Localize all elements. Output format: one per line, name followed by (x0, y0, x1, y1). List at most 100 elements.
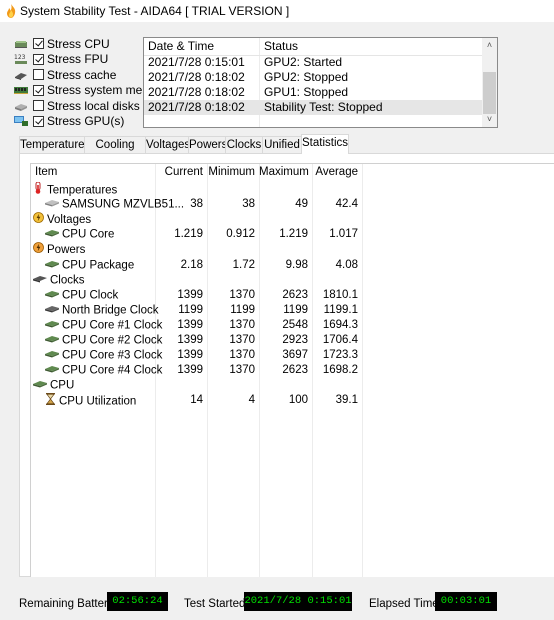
current-value: 1199 (178, 303, 203, 316)
table-row[interactable]: SAMSUNG MZVLB51... 38 38 49 42.4 (31, 197, 554, 212)
scroll-up-icon[interactable]: ˄ (485, 41, 494, 50)
tab-temperatures[interactable]: Temperatures (19, 136, 90, 153)
table-row[interactable]: CPU Core 1.219 0.912 1.219 1.017 (31, 227, 554, 242)
maximum-value: 49 (295, 198, 308, 211)
minimum-value: 1370 (229, 349, 255, 362)
cpu-chip-icon (45, 363, 59, 378)
item-label: Powers (47, 244, 86, 257)
stress-gpu-checkbox[interactable] (33, 115, 44, 127)
log-header-datetime[interactable]: Date & Time (148, 39, 214, 54)
table-group-row[interactable]: CPU (31, 378, 554, 393)
cpu-chip-icon (15, 40, 27, 48)
average-value: 1.017 (329, 228, 358, 241)
column-header-maximum[interactable]: Maximum (259, 164, 309, 181)
elapsed-time-value: 00:03:01 (435, 592, 497, 611)
item-cell: CPU Utilization (45, 393, 136, 410)
table-row[interactable]: CPU Core #3 Clock 1399 1370 3697 1723.3 (31, 348, 554, 363)
current-value: 1399 (177, 288, 203, 301)
tab-powers[interactable]: Powers (188, 136, 227, 153)
table-row[interactable]: CPU Core #2 Clock 1399 1370 2923 1706.4 (31, 333, 554, 348)
memory-module-icon (14, 87, 28, 95)
clock-chip-icon (33, 273, 47, 288)
log-scrollbar[interactable]: ˄ ˅ (482, 38, 497, 127)
tab-voltages[interactable]: Voltages (145, 136, 190, 153)
log-status: GPU2: Started (264, 55, 343, 69)
gpu-card-icon (14, 116, 28, 127)
scrollbar-thumb[interactable] (483, 72, 496, 114)
column-header-average[interactable]: Average (312, 164, 358, 181)
table-row[interactable]: CPU Utilization 14 4 100 39.1 (31, 393, 554, 408)
table-row[interactable]: CPU Core #1 Clock 1399 1370 2548 1694.3 (31, 318, 554, 333)
item-cell: Powers (33, 242, 85, 258)
average-value: 1694.3 (322, 318, 358, 331)
average-value: 1810.1 (322, 288, 358, 301)
average-value: 39.1 (335, 394, 358, 407)
minimum-value: 1370 (229, 318, 255, 331)
cpu-chip-icon (45, 258, 59, 273)
maximum-value: 100 (288, 394, 308, 407)
stress-memory-option[interactable]: Stress system memory (14, 83, 169, 99)
stress-fpu-option[interactable]: 123 Stress FPU (14, 52, 144, 68)
item-cell: CPU Core (45, 227, 114, 243)
log-row[interactable]: 2021/7/28 0:18:02 GPU1: Stopped (144, 85, 484, 100)
hourglass-icon (45, 393, 56, 410)
stress-disks-checkbox[interactable] (33, 100, 44, 112)
cpu-chip-icon (45, 227, 59, 242)
log-row[interactable]: 2021/7/28 0:18:02 GPU2: Stopped (144, 70, 484, 85)
svg-text:123: 123 (14, 54, 26, 61)
test-started-label: Test Started: (184, 598, 249, 610)
table-group-row[interactable]: Voltages (31, 212, 554, 227)
stress-cache-option[interactable]: Stress cache (14, 67, 144, 83)
item-cell: Voltages (33, 212, 91, 228)
maximum-value: 2623 (282, 364, 308, 377)
log-datetime: 2021/7/28 0:15:01 (148, 55, 245, 69)
scroll-down-icon[interactable]: ˅ (485, 115, 494, 124)
item-label: CPU Clock (62, 289, 119, 302)
maximum-value: 2923 (282, 334, 308, 346)
table-group-row[interactable]: Powers (31, 242, 554, 257)
column-header-current[interactable]: Current (155, 164, 203, 181)
average-value: 1723.3 (322, 349, 358, 362)
item-cell: CPU Core #2 Clock (45, 333, 162, 349)
log-header-status[interactable]: Status (264, 39, 298, 54)
maximum-value: 9.98 (285, 258, 308, 271)
stress-disks-option[interactable]: Stress local disks (14, 98, 144, 114)
average-value: 1698.2 (322, 364, 358, 377)
current-value: 2.18 (180, 258, 203, 271)
stress-cpu-option[interactable]: Stress CPU (14, 36, 144, 52)
average-value: 1199.1 (323, 303, 358, 316)
stress-memory-checkbox[interactable] (33, 84, 44, 96)
stress-cache-checkbox[interactable] (33, 69, 44, 81)
average-value: 42.4 (335, 198, 358, 211)
power-icon (33, 242, 44, 258)
table-group-row[interactable]: Temperatures (31, 181, 554, 197)
window-title: System Stability Test - AIDA64 [ TRIAL V… (20, 4, 290, 18)
column-header-item[interactable]: Item (35, 164, 57, 181)
log-row-selected[interactable]: 2021/7/28 0:18:02 Stability Test: Stoppe… (144, 100, 484, 115)
log-status: GPU1: Stopped (264, 85, 349, 99)
item-cell: CPU (33, 378, 74, 394)
cpu-chip-icon (45, 333, 59, 348)
stress-gpu-option[interactable]: Stress GPU(s) (14, 114, 144, 130)
table-row[interactable]: CPU Clock 1399 1370 2623 1810.1 (31, 288, 554, 303)
maximum-value: 3697 (282, 349, 308, 362)
title-bar: System Stability Test - AIDA64 [ TRIAL V… (0, 0, 554, 22)
table-row[interactable]: CPU Core #4 Clock 1399 1370 2623 1698.2 (31, 363, 554, 378)
tab-clocks[interactable]: Clocks (225, 136, 263, 153)
item-label: North Bridge Clock (62, 304, 159, 317)
table-row[interactable]: CPU Package 2.18 1.72 9.98 4.08 (31, 258, 554, 273)
tab-cooling-fans[interactable]: Cooling Fans (84, 136, 146, 167)
log-row[interactable]: 2021/7/28 0:15:01 GPU2: Started (144, 55, 484, 70)
stress-cpu-checkbox[interactable] (33, 38, 44, 50)
tab-statistics[interactable]: Statistics (301, 134, 349, 154)
stress-fpu-label: Stress FPU (47, 52, 109, 67)
table-group-row[interactable]: Clocks (31, 273, 554, 288)
minimum-value: 0.912 (226, 228, 255, 241)
column-header-minimum[interactable]: Minimum (207, 164, 255, 181)
tab-unified[interactable]: Unified (262, 136, 302, 153)
status-log-list[interactable]: Date & Time Status 2021/7/28 0:15:01 GPU… (143, 37, 498, 128)
table-row[interactable]: North Bridge Clock 1199 1199 1199 1199.1 (31, 303, 554, 318)
stress-fpu-checkbox[interactable] (33, 53, 44, 65)
statistics-table[interactable]: Item Current Minimum Maximum Average Tem… (30, 163, 554, 577)
minimum-value: 4 (248, 394, 255, 407)
